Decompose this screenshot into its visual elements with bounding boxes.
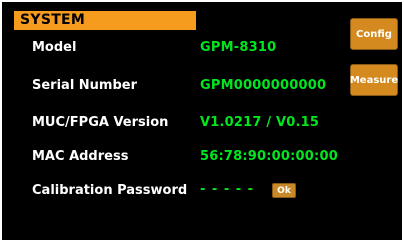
ok-button[interactable]: Ok xyxy=(272,183,296,198)
mac-address-value: 56:78:90:00:00:00 xyxy=(200,149,338,164)
mac-address-label: MAC Address xyxy=(32,149,129,164)
calibration-password-label: Calibration Password xyxy=(32,183,188,198)
measure-button[interactable]: Measure xyxy=(350,64,398,96)
firmware-version-value: V1.0217 / V0.15 xyxy=(200,115,320,130)
page-title: SYSTEM INFORMATION xyxy=(14,11,196,47)
calibration-password-field[interactable]: - - - - - xyxy=(200,182,254,197)
system-info-screen: SYSTEM INFORMATION Model GPM-8310 Serial… xyxy=(2,2,402,240)
serial-number-value: GPM0000000000 xyxy=(200,78,327,93)
config-button[interactable]: Config xyxy=(350,18,398,50)
firmware-version-label: MUC/FPGA Version xyxy=(32,115,169,130)
serial-number-label: Serial Number xyxy=(32,78,138,93)
model-value: GPM-8310 xyxy=(200,40,277,55)
model-label: Model xyxy=(32,40,77,55)
